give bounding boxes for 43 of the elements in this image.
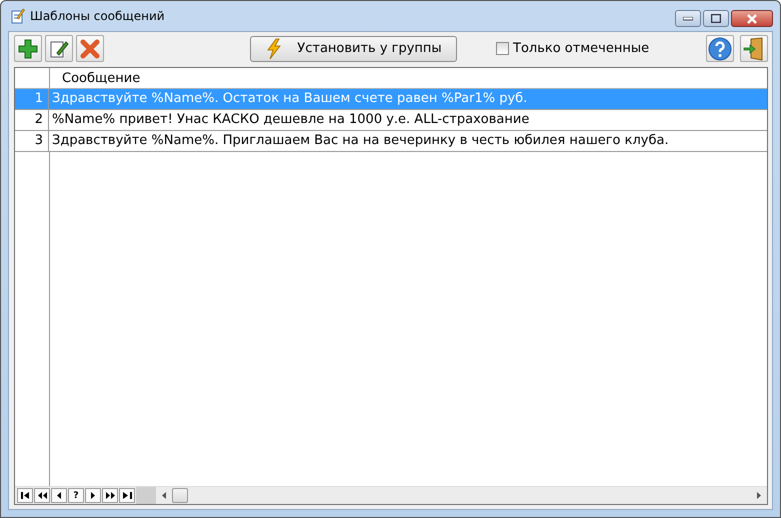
close-button[interactable] <box>731 10 773 27</box>
message-cell-text: Здравствуйте %Name%. Остаток на Вашем счете равен %Par1% руб. <box>51 90 528 108</box>
next-record-button[interactable] <box>85 488 101 503</box>
scroll-left-icon[interactable] <box>162 492 166 499</box>
close-icon <box>746 14 758 24</box>
help-button[interactable] <box>706 35 734 62</box>
row-number: 2 <box>15 110 49 130</box>
next-page-button[interactable] <box>102 488 118 503</box>
minimize-button[interactable] <box>675 10 701 27</box>
double-right-icon <box>106 492 114 499</box>
scroll-right-icon[interactable] <box>757 492 761 499</box>
checkbox[interactable] <box>496 42 509 55</box>
scroll-thumb[interactable] <box>172 488 188 503</box>
lightning-icon <box>265 38 284 60</box>
left-icon <box>56 492 62 499</box>
prior-page-button[interactable] <box>34 488 50 503</box>
row-number: 3 <box>15 131 49 151</box>
help-nav-button[interactable]: ? <box>68 488 84 503</box>
maximize-icon <box>711 14 721 23</box>
notepad-icon <box>11 8 25 24</box>
message-cell-text: %Name% привет! Унас КАСКО дешевле на 1000 у.е. ALL-страхование <box>51 111 530 129</box>
delete-button[interactable] <box>76 35 104 62</box>
table-row[interactable]: 3 Здравствуйте %Name%. Приглашаем Вас на на вечеринку в честь юбилея нашего клуба. <box>15 131 767 152</box>
maximize-button[interactable] <box>703 10 729 27</box>
apply-to-group-button[interactable]: Установить у группы <box>250 36 457 62</box>
column-header[interactable]: Сообщение <box>50 68 767 88</box>
exit-button[interactable] <box>740 35 768 62</box>
navigator-spacer <box>136 487 156 504</box>
last-icon <box>122 492 132 499</box>
first-icon <box>20 492 30 499</box>
table-row[interactable]: 2 %Name% привет! Унас КАСКО дешевле на 1000 у.е. ALL-страхование <box>15 110 767 131</box>
last-record-button[interactable] <box>119 488 135 503</box>
message-cell-text: Здравствуйте %Name%. Приглашаем Вас на на вечеринку в честь юбилея нашего клуба. <box>51 132 670 150</box>
checkbox-label: Только отмеченные <box>513 41 650 56</box>
edit-button[interactable] <box>45 35 73 62</box>
minimize-icon <box>683 16 693 20</box>
right-icon <box>90 492 96 499</box>
first-record-button[interactable] <box>17 488 33 503</box>
add-button[interactable] <box>14 35 42 62</box>
horizontal-scrollbar[interactable] <box>156 487 767 504</box>
prior-record-button[interactable] <box>51 488 67 503</box>
double-left-icon <box>38 492 46 499</box>
window-title: Шаблоны сообщений <box>30 9 165 23</box>
